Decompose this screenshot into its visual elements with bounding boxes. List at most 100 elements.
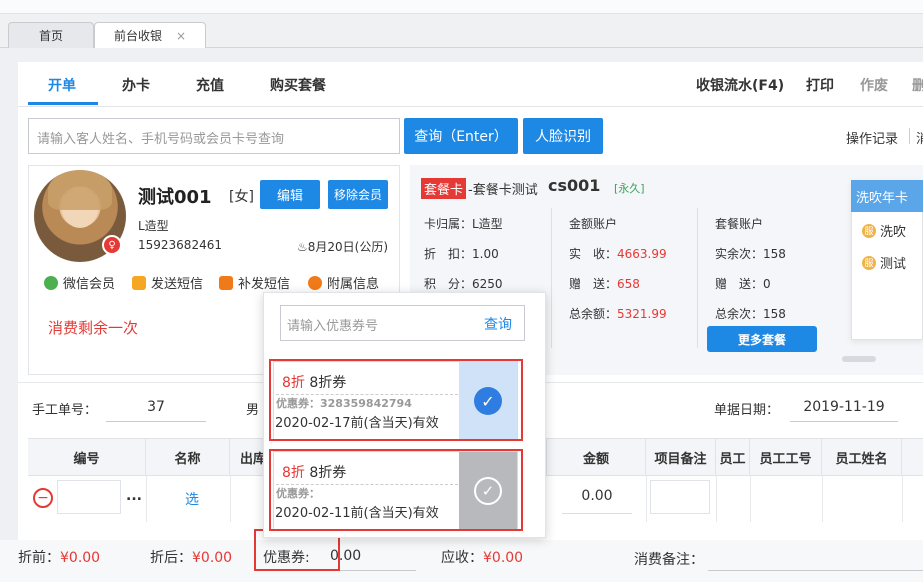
resend-sms-link[interactable]: 补发短信 — [219, 273, 290, 292]
divider — [146, 476, 147, 522]
divider — [697, 208, 698, 348]
amount-account-title: 金额账户 — [569, 217, 618, 231]
total-times-value: 158 — [763, 307, 786, 321]
divider — [822, 476, 823, 522]
member-gender: [女] — [229, 189, 254, 205]
wechat-icon — [44, 275, 58, 290]
send-sms-link[interactable]: 发送短信 — [132, 273, 203, 292]
after-discount-value: ¥0.00 — [192, 550, 233, 566]
resend-sms-label: 补发短信 — [238, 277, 291, 292]
member-search-input[interactable]: 请输入客人姓名、手机号码或会员卡号查询 — [28, 118, 400, 154]
member-phone: 15923682461 — [138, 238, 222, 252]
gift-label: 赠 送： — [569, 277, 618, 291]
service-icon: 服 — [862, 223, 876, 238]
item-remark-input[interactable] — [650, 480, 710, 514]
tab-home[interactable]: 首页 — [8, 22, 94, 48]
nav-item-order[interactable]: 开单 — [48, 75, 76, 95]
col-employee-no: 员工工号 — [750, 438, 822, 476]
gift-times-value: 0 — [763, 277, 771, 291]
remark-label: 消费备注： — [634, 552, 704, 568]
points-row: 积 分：6250 — [424, 275, 503, 292]
card-belong: 卡归属：L造型 — [424, 217, 503, 231]
card-name: -套餐卡测试 — [468, 183, 538, 198]
side-item-test[interactable]: 服测试 — [862, 253, 906, 272]
manual-no-input[interactable]: 37 — [106, 396, 206, 422]
divider — [230, 476, 231, 522]
envelope-icon — [132, 275, 146, 290]
more-packages-button[interactable]: 更多套餐 — [707, 326, 817, 352]
wechat-member-link[interactable]: 微信会员 — [44, 273, 115, 292]
total-times-row: 总余次：158 — [715, 305, 786, 322]
real-times-row: 实余次：158 — [715, 245, 786, 262]
gift-row: 赠 送：658 — [569, 275, 640, 292]
member-badge-icon: ♀ — [102, 235, 122, 255]
gift-value: 658 — [617, 277, 640, 291]
window-top-bar — [0, 0, 923, 14]
divider — [902, 476, 903, 522]
total-balance-row: 总余额：5321.99 — [569, 305, 667, 322]
remark-input[interactable] — [708, 545, 923, 571]
real-times-value: 158 — [763, 247, 786, 261]
send-sms-label: 发送短信 — [151, 277, 204, 292]
remove-member-button[interactable]: 移除会员 — [328, 180, 388, 209]
card-validity: [永久] — [614, 182, 645, 195]
side-item-wash[interactable]: 服洗吹 — [862, 221, 906, 240]
nav-item-card[interactable]: 办卡 — [122, 75, 150, 95]
col-amount: 金额 — [546, 438, 646, 476]
date-input[interactable]: 2019-11-19 — [790, 396, 898, 422]
nav-divider — [18, 106, 923, 107]
before-discount-value: ¥0.00 — [60, 550, 101, 566]
col-name: 名称 — [146, 438, 230, 476]
member-name: 测试001 — [138, 187, 212, 208]
horizontal-scrollbar[interactable] — [842, 356, 876, 362]
total-times-label: 总余次： — [715, 307, 764, 321]
coupon-search-input[interactable]: 请输入优惠券号 — [287, 315, 378, 334]
discount-value: 1.00 — [472, 247, 499, 261]
extra-info-link[interactable]: 附属信息 — [308, 273, 379, 292]
face-recognition-button[interactable]: 人脸识别 — [523, 118, 603, 154]
delete-link[interactable]: 删 — [912, 75, 923, 95]
item-number-input[interactable] — [57, 480, 121, 514]
coupon-highlight-box — [269, 359, 523, 441]
col-item-remark: 项目备注 — [646, 438, 716, 476]
gift-times-row: 赠 送：0 — [715, 275, 771, 292]
edit-member-button[interactable]: 编辑 — [260, 180, 320, 209]
card-code: cs001 — [548, 176, 601, 195]
package-account-title: 套餐账户 — [715, 217, 764, 231]
paid-row: 实 收：4663.99 — [569, 245, 667, 262]
nav-item-recharge[interactable]: 充值 — [196, 75, 224, 95]
side-item-wash-label: 洗吹 — [880, 225, 907, 240]
select-item-link[interactable]: 选 — [185, 489, 199, 509]
cake-icon: ♨ — [297, 240, 308, 254]
col-employee-name: 员工姓名 — [822, 438, 902, 476]
operation-record-link[interactable]: 操作记录 — [846, 128, 898, 147]
print-link[interactable]: 打印 — [806, 75, 834, 95]
remove-row-icon[interactable]: − — [33, 488, 53, 508]
void-link[interactable]: 作废 — [860, 75, 888, 95]
male-label: 男 — [246, 403, 260, 418]
query-button[interactable]: 查询（Enter） — [404, 118, 518, 154]
divider — [750, 476, 751, 522]
discount-label: 折 扣： — [424, 247, 473, 261]
message-icon — [219, 275, 233, 290]
divider — [909, 128, 910, 144]
coupon-search-box: 请输入优惠券号 查询 — [280, 305, 525, 341]
more-options-icon[interactable]: ... — [126, 488, 142, 504]
paid-value: 4663.99 — [617, 247, 667, 261]
total-balance-label: 总余额： — [569, 307, 618, 321]
points-label: 积 分： — [424, 277, 473, 291]
attachment-icon — [308, 275, 322, 290]
card-type-tag: 套餐卡 — [421, 178, 467, 199]
amount-due-value: ¥0.00 — [483, 550, 524, 566]
close-icon[interactable]: × — [176, 29, 186, 43]
extra-link[interactable]: 消 — [916, 128, 923, 147]
nav-item-package[interactable]: 购买套餐 — [270, 75, 326, 95]
tab-cashier[interactable]: 前台收银 × — [94, 22, 206, 48]
amount-input[interactable]: 0.00 — [562, 480, 632, 514]
amount-due-label: 应收： — [441, 550, 483, 566]
cash-flow-link[interactable]: 收银流水(F4) — [696, 75, 784, 95]
member-birthday: ♨8月20日(公历) — [297, 238, 388, 255]
coupon-query-button[interactable]: 查询 — [484, 314, 512, 334]
side-card-title[interactable]: 洗吹年卡 — [851, 180, 923, 212]
amount-due: 应收：¥0.00 — [441, 547, 523, 567]
